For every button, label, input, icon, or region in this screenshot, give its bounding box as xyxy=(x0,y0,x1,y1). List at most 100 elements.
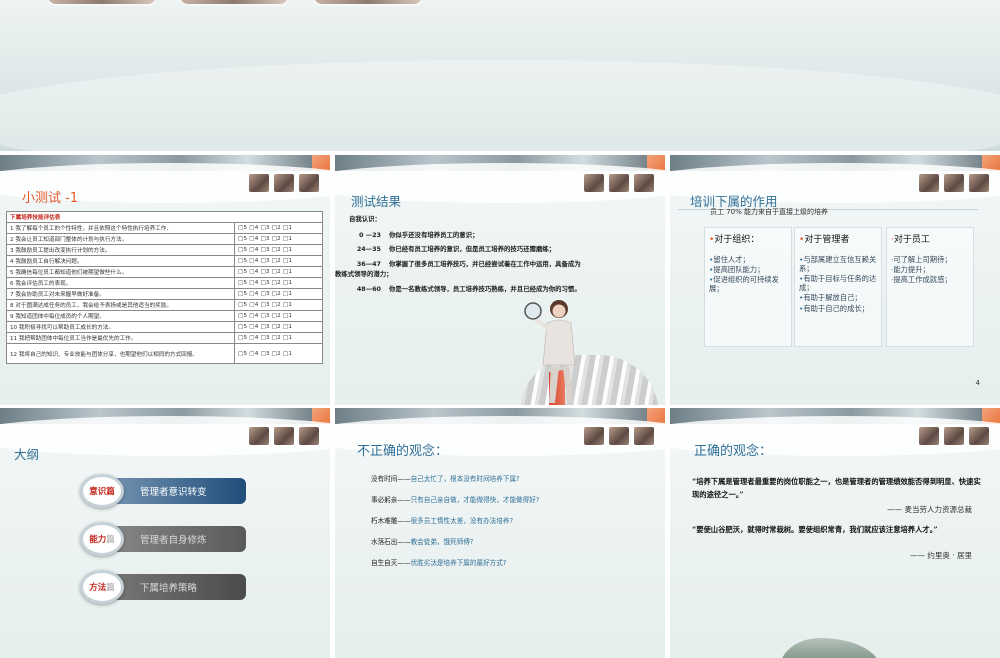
score-checkboxes[interactable]: □5 □4 □3 □2 □1 xyxy=(234,321,323,333)
table-row: 1 我了解每个员工的个性特性，并且依照这个特性执行培养工作． □5 □4 □3 □… xyxy=(6,222,323,234)
score-checkboxes[interactable]: □5 □4 □3 □2 □1 xyxy=(234,222,323,234)
result-text: 你已经有员工培养的意识，但是员工培养的技巧还需磨练； xyxy=(389,245,556,254)
slide-incorrect-concepts[interactable]: 不正确的观念： 没有时间——自己太忙了，根本没有时间培养下属? 事必躬亲——只有自… xyxy=(335,408,665,658)
outline-badge: 方法篇 xyxy=(80,570,124,604)
benefit-item-text: 有助于自己的成长； xyxy=(803,303,869,313)
benefit-item-text: 提高工作成就感； xyxy=(893,275,952,285)
benefit-item: ·可了解上司期待； xyxy=(891,255,969,264)
score-checkboxes[interactable]: □5 □4 □3 □2 □1 xyxy=(234,310,323,322)
concept-value: 很多员工惰性太差，没有办法培养? xyxy=(410,517,513,526)
slide-title: 小测试 -1 xyxy=(22,191,79,206)
slide-outline[interactable]: 大纲 管理者意识转变 意识篇管理者自身修炼 能力篇下属培养策略 方法篇 xyxy=(0,408,330,658)
badge-text: 能力 xyxy=(89,535,107,545)
concept-row: 事必躬亲——只有自己亲自做，才能做得快，才能做得好? xyxy=(371,497,539,504)
header-photos xyxy=(918,173,990,193)
photo-icon xyxy=(918,173,940,193)
score-checkboxes[interactable]: □5 □4 □3 □2 □1 xyxy=(234,343,323,364)
concept-key: 朽木难雕—— xyxy=(371,517,411,526)
table-row: 8 对于圆满达成任务的员工，我会给予表扬或是其他适当的奖励。 □5 □4 □3 □… xyxy=(6,299,323,311)
slide-training-benefits[interactable]: 培训下属的作用 员工 70% 能力来自于直接上级的培养 •对于组织： •留住人才；… xyxy=(670,155,1000,405)
quote-author: —— 麦当劳人力资源总裁 xyxy=(887,505,972,514)
benefit-item: ·提高工作成就感； xyxy=(891,275,969,284)
benefit-item-text: 与部属建立互信互赖关系； xyxy=(799,255,877,274)
slide-quiz[interactable]: 小测试 -1 下属培养技能评估表 1 我了解每个员工的个性特性，并且依照这个特性… xyxy=(0,155,330,405)
benefit-column: •对于管理者 •与部属建立互信互赖关系； •有助于目标与任务的达成； •有助于解放自己… xyxy=(794,227,882,347)
table-row: 3 我鼓励员工提出改变执行计划的方法。 □5 □4 □3 □2 □1 xyxy=(6,244,323,256)
self-awareness-label: 自我认识： xyxy=(349,215,381,223)
benefit-item: •提高团队能力； xyxy=(709,265,787,274)
concept-row: 没有时间——自己太忙了，根本没有时间培养下属? xyxy=(371,476,539,483)
concept-row: 自生自灭——优胜劣汰是培养下属的最好方式? xyxy=(371,560,539,567)
landscape-painting xyxy=(780,638,880,658)
photo-thumbnail xyxy=(178,0,290,6)
column-heading: •对于组织： xyxy=(709,232,787,245)
score-checkboxes[interactable]: □5 □4 □3 □2 □1 xyxy=(234,277,323,289)
score-checkboxes[interactable]: □5 □4 □3 □2 □1 xyxy=(234,233,323,245)
photo-icon xyxy=(968,426,990,446)
row-question: 9 我知道团体中每位成员的个人期望。 xyxy=(6,310,235,322)
outline-badge: 能力篇 xyxy=(80,522,124,556)
header-photos xyxy=(248,426,320,446)
photo-icon xyxy=(298,173,320,193)
benefit-item: •与部属建立互信互赖关系； xyxy=(799,255,877,273)
column-heading-text: 对于组织： xyxy=(714,235,760,245)
header-photos xyxy=(583,173,655,193)
outline-label: 下属培养策略 xyxy=(140,583,198,594)
score-checkboxes[interactable]: □5 □4 □3 □2 □1 xyxy=(234,332,323,344)
concept-key: 水落石出—— xyxy=(371,538,411,547)
score-checkboxes[interactable]: □5 □4 □3 □2 □1 xyxy=(234,288,323,300)
benefit-item-text: 可了解上司期待； xyxy=(893,255,952,264)
result-block: 自我认识： 0 —23 你似乎还没有培养员工的意识； 24—35 你已经有员工培养的意… xyxy=(335,215,659,300)
photo-icon xyxy=(248,426,270,446)
benefit-item-text: 促进组织的可持续发展； xyxy=(709,275,779,294)
result-text: 你似乎还没有培养员工的意识； xyxy=(389,230,479,239)
score-checkboxes[interactable]: □5 □4 □3 □2 □1 xyxy=(234,299,323,311)
photo-icon xyxy=(943,173,965,193)
row-question: 12 我将自己的知识、专业技能与团体分享，也期望他们以相同的方式回报。 xyxy=(6,343,235,364)
result-row: 24—35 你已经有员工培养的意识，但是员工培养的技巧还需磨练； xyxy=(349,245,659,255)
badge-text: 意识 xyxy=(89,487,107,497)
row-question: 3 我鼓励员工提出改变执行计划的方法。 xyxy=(6,244,235,256)
badge-suffix: 篇 xyxy=(106,487,115,497)
outline-badge: 意识篇 xyxy=(80,474,124,508)
outline-item[interactable]: 管理者自身修炼 能力篇 xyxy=(80,522,246,556)
column-heading-text: 对于员工 xyxy=(893,235,930,245)
benefit-column: ·对于员工 ·可了解上司期待； ·能力提升； ·提高工作成就感； xyxy=(886,227,974,347)
row-question: 5 我确信每位员工都知道他们被期望做些什么。 xyxy=(6,266,235,278)
quote-curie: “要使山谷肥沃，就得时常栽树。要使组织常青，我们就应该注意培养人才。” xyxy=(692,525,938,534)
table-row: 4 我鼓励员工自行解决问题。 □5 □4 □3 □2 □1 xyxy=(6,255,323,267)
woman-magnifier-illustration xyxy=(524,300,576,403)
result-text: 你掌握了很多员工培养技巧，并已经尝试着在工作中运用，具备成为 xyxy=(389,259,581,268)
score-checkboxes[interactable]: □5 □4 □3 □2 □1 xyxy=(234,255,323,267)
photo-icon xyxy=(273,173,295,193)
score-checkboxes[interactable]: □5 □4 □3 □2 □1 xyxy=(234,266,323,278)
outline-item[interactable]: 下属培养策略 方法篇 xyxy=(80,570,246,604)
row-question: 11 我把帮助团体中每位员工当作是最优先的工作。 xyxy=(6,332,235,344)
slide-title: 大纲 xyxy=(14,447,40,462)
concept-row: 水落石出——教会徒弟，饿死师傅? xyxy=(371,539,539,546)
page-number: 4 xyxy=(975,379,980,387)
benefit-item: •有助于目标与任务的达成； xyxy=(799,274,877,292)
row-question: 6 我会评估员工的表现。 xyxy=(6,277,235,289)
result-row: 48—60 你是一名教练式领导，员工培养技巧熟练，并且已经成为你的习惯。 xyxy=(349,285,659,295)
benefit-column: •对于组织： •留住人才； •提高团队能力； •促进组织的可持续发展； xyxy=(704,227,792,347)
photo-thumbnail xyxy=(312,0,424,6)
quote-mcdonalds: “培养下属是管理者最重要的岗位职能之一，也是管理者的管理绩效能否得到明显、快速实… xyxy=(692,477,981,499)
benefit-item-text: 有助于目标与任务的达成； xyxy=(799,274,877,293)
result-row: 教练式领导的潜力； xyxy=(335,270,659,280)
table-row: 6 我会评估员工的表现。 □5 □4 □3 □2 □1 xyxy=(6,277,323,289)
score-checkboxes[interactable]: □5 □4 □3 □2 □1 xyxy=(234,244,323,256)
photo-icon xyxy=(248,173,270,193)
benefit-item-text: 提高团队能力； xyxy=(713,265,765,275)
row-question: 1 我了解每个员工的个性特性，并且依照这个特性执行培养工作． xyxy=(6,222,235,234)
slide-test-results[interactable]: 测试结果 自我认识： 0 —23 你似乎还没有培养员工的意识； 24—35 你已经有员… xyxy=(335,155,665,405)
slide-correct-concepts[interactable]: 正确的观念： “培养下属是管理者最重要的岗位职能之一，也是管理者的管理绩效能否得… xyxy=(670,408,1000,658)
photo-icon xyxy=(633,426,655,446)
photo-icon xyxy=(583,173,605,193)
benefit-item: •有助于解放自己； xyxy=(799,293,877,302)
outline-item[interactable]: 管理者意识转变 意识篇 xyxy=(80,474,246,508)
score-range: 48—60 xyxy=(356,285,381,294)
concept-value: 教会徒弟，饿死师傅? xyxy=(410,538,474,547)
header-photos xyxy=(248,173,320,193)
result-row: 36—47 你掌握了很多员工培养技巧，并已经尝试着在工作中运用，具备成为 xyxy=(349,260,659,270)
